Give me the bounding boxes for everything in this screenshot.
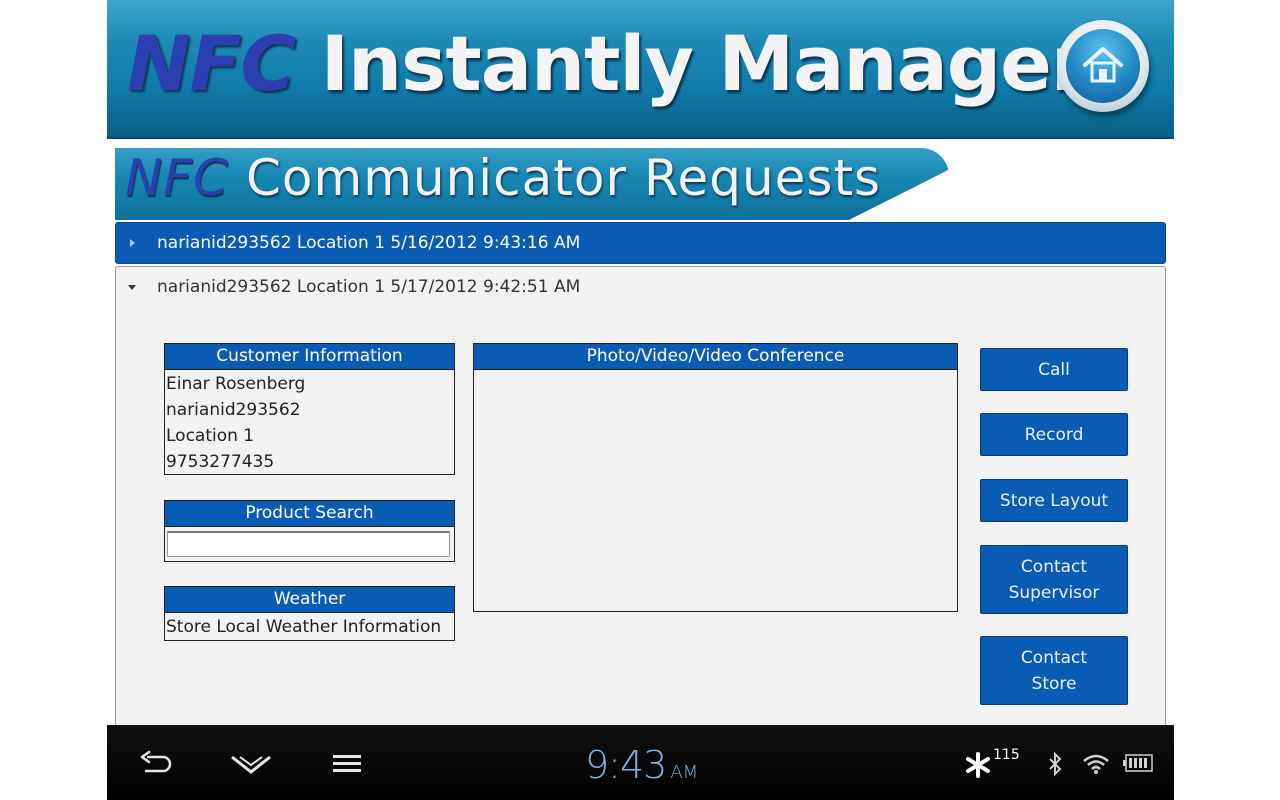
section-title: NFC Communicator Requests — [125, 148, 881, 212]
request-row-expanded[interactable]: narianid293562 Location 1 5/17/2012 9:42… — [115, 266, 1166, 308]
customer-info-box: Customer Information Einar Rosenberg nar… — [164, 343, 455, 475]
clock-ampm: AM — [670, 762, 699, 783]
status-clock: 9:43 AM — [585, 743, 698, 787]
bluetooth-icon — [1049, 752, 1062, 776]
request-detail-panel: Customer Information Einar Rosenberg nar… — [115, 307, 1166, 727]
notification-count: 115 — [993, 747, 1020, 763]
store-layout-button[interactable]: Store Layout — [980, 479, 1128, 522]
app-title: NFC Instantly Manager — [127, 14, 1088, 114]
weather-text: Store Local Weather Information — [166, 617, 442, 637]
weather-header: Weather — [165, 587, 454, 613]
app-title-rest: Instantly Manager — [320, 19, 1088, 108]
customer-name: Einar Rosenberg — [166, 374, 306, 394]
media-box: Photo/Video/Video Conference — [473, 343, 958, 612]
clock-time: 9:43 — [585, 743, 667, 787]
notification-asterisk-icon[interactable] — [965, 752, 991, 778]
customer-id: narianid293562 — [166, 400, 301, 420]
request-label: narianid293562 Location 1 5/16/2012 9:43… — [157, 233, 581, 253]
home-button-face[interactable] — [1066, 29, 1140, 103]
request-label: narianid293562 Location 1 5/17/2012 9:42… — [157, 277, 581, 297]
record-button[interactable]: Record — [980, 413, 1128, 456]
product-search-header: Product Search — [165, 501, 454, 527]
battery-icon — [1123, 754, 1153, 772]
customer-phone: 9753277435 — [166, 452, 275, 472]
app-window: NFC Instantly Manager NFC Communicator R… — [107, 0, 1174, 800]
weather-box: Weather Store Local Weather Information — [164, 586, 455, 641]
section-header: NFC Communicator Requests — [115, 148, 949, 220]
customer-location: Location 1 — [166, 426, 255, 446]
contact-store-button[interactable]: Contact Store — [980, 636, 1128, 705]
wifi-icon — [1083, 754, 1109, 774]
media-viewport[interactable] — [474, 370, 957, 610]
call-button[interactable]: Call — [980, 348, 1128, 391]
request-row-collapsed[interactable]: narianid293562 Location 1 5/16/2012 9:43… — [115, 222, 1166, 264]
contact-supervisor-button[interactable]: Contact Supervisor — [980, 545, 1128, 614]
app-banner: NFC Instantly Manager — [107, 0, 1174, 139]
menu-icon[interactable] — [332, 753, 362, 775]
customer-info-header: Customer Information — [165, 344, 454, 370]
collapse-arrow-icon — [128, 285, 136, 290]
home-button[interactable] — [1057, 20, 1149, 112]
section-title-rest: Communicator Requests — [245, 149, 882, 207]
customer-info-lines: Einar Rosenberg narianid293562 Location … — [165, 370, 454, 475]
system-navigation-bar: 9:43 AM 115 — [107, 725, 1174, 800]
back-icon[interactable] — [139, 749, 173, 777]
section-title-nfc: NFC — [125, 149, 230, 207]
app-title-nfc: NFC — [127, 19, 296, 108]
hide-keyboard-icon[interactable] — [230, 753, 272, 775]
home-icon — [1083, 47, 1123, 83]
expand-arrow-icon — [130, 239, 135, 247]
media-header: Photo/Video/Video Conference — [474, 344, 957, 370]
product-search-box: Product Search — [164, 500, 455, 562]
product-search-input[interactable] — [167, 531, 450, 557]
